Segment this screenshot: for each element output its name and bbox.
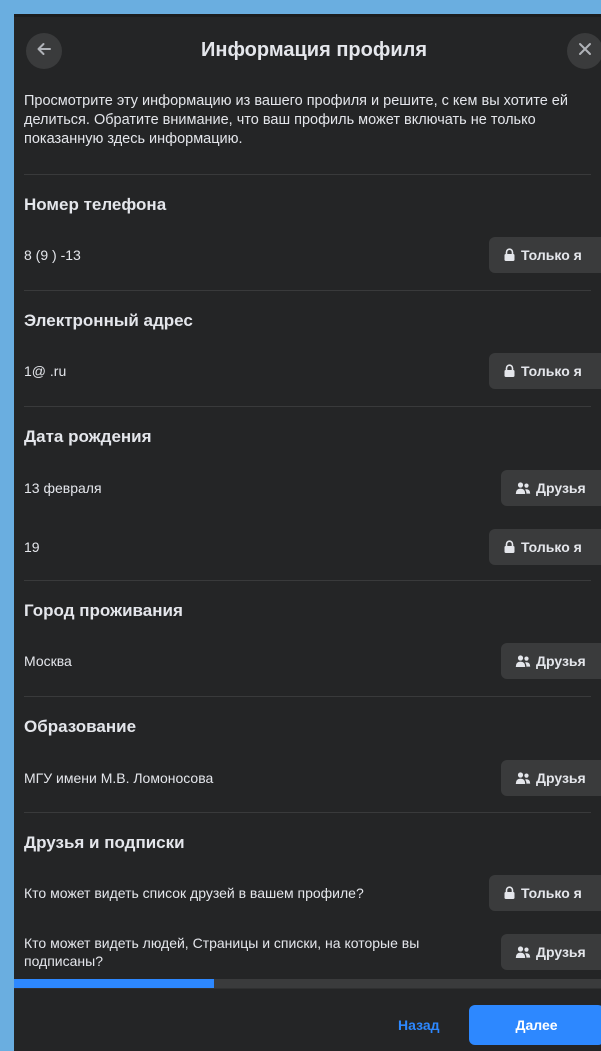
progress-fill [14,979,214,988]
dialog-description: Просмотрите эту информацию из вашего про… [24,93,568,147]
phone-value: 8 (9 ) -13 [24,247,81,263]
divider [24,696,591,697]
following-privacy-button[interactable]: Друзья [501,934,601,970]
section-title-birthday: Дата рождения [24,427,152,446]
next-button[interactable]: Далее [469,1005,601,1045]
back-button[interactable] [26,33,62,69]
birthday-year-privacy-button[interactable]: Только я [489,529,601,565]
education-privacy-button[interactable]: Друзья [501,760,601,796]
email-value: 1@ .ru [24,363,67,379]
divider [24,406,591,407]
friends-icon [515,481,531,495]
window-frame-top [0,0,601,14]
progress-bar [14,979,601,988]
email-privacy-button[interactable]: Только я [489,353,601,389]
phone-privacy-label: Только я [521,247,582,263]
arrow-left-icon [35,40,53,63]
divider [24,174,591,175]
section-title-friends: Друзья и подписки [24,833,185,852]
close-icon [577,41,593,62]
birthday-date-privacy-button[interactable]: Друзья [501,470,601,506]
birthday-date-privacy-label: Друзья [536,480,586,496]
close-button[interactable] [567,33,601,69]
email-privacy-label: Только я [521,363,582,379]
birthday-date-value: 13 февраля [24,480,102,496]
friends-icon [515,654,531,668]
city-privacy-button[interactable]: Друзья [501,643,601,679]
birthday-year-privacy-label: Только я [521,539,582,555]
back-link-button[interactable]: Назад [398,1017,440,1033]
dialog-header: Информация профиля [14,17,601,83]
section-title-phone: Номер телефона [24,195,167,214]
friends-icon [515,771,531,785]
following-privacy-label: Друзья [536,944,586,960]
city-privacy-label: Друзья [536,653,586,669]
education-privacy-label: Друзья [536,770,586,786]
birthday-year-value: 19 [24,539,40,555]
section-title-education: Образование [24,717,137,736]
friends-list-privacy-label: Только я [521,885,582,901]
city-value: Москва [24,653,72,669]
section-title-city: Город проживания [24,601,183,620]
profile-info-dialog: Информация профиля Просмотрите эту инфор… [14,14,601,1051]
friends-icon [515,945,531,959]
following-question: Кто может видеть людей, Страницы и списк… [24,935,420,969]
lock-icon [503,886,516,900]
divider [24,290,591,291]
section-title-email: Электронный адрес [24,311,193,330]
divider [24,580,591,581]
lock-icon [503,248,516,262]
phone-privacy-button[interactable]: Только я [489,237,601,273]
footer-divider [14,988,601,989]
divider [24,812,591,813]
education-value: МГУ имени М.В. Ломоносова [24,770,214,786]
lock-icon [503,364,516,378]
friends-list-question: Кто может видеть список друзей в вашем п… [24,885,364,901]
dialog-title: Информация профиля [200,39,427,61]
friends-list-privacy-button[interactable]: Только я [489,875,601,911]
lock-icon [503,540,516,554]
